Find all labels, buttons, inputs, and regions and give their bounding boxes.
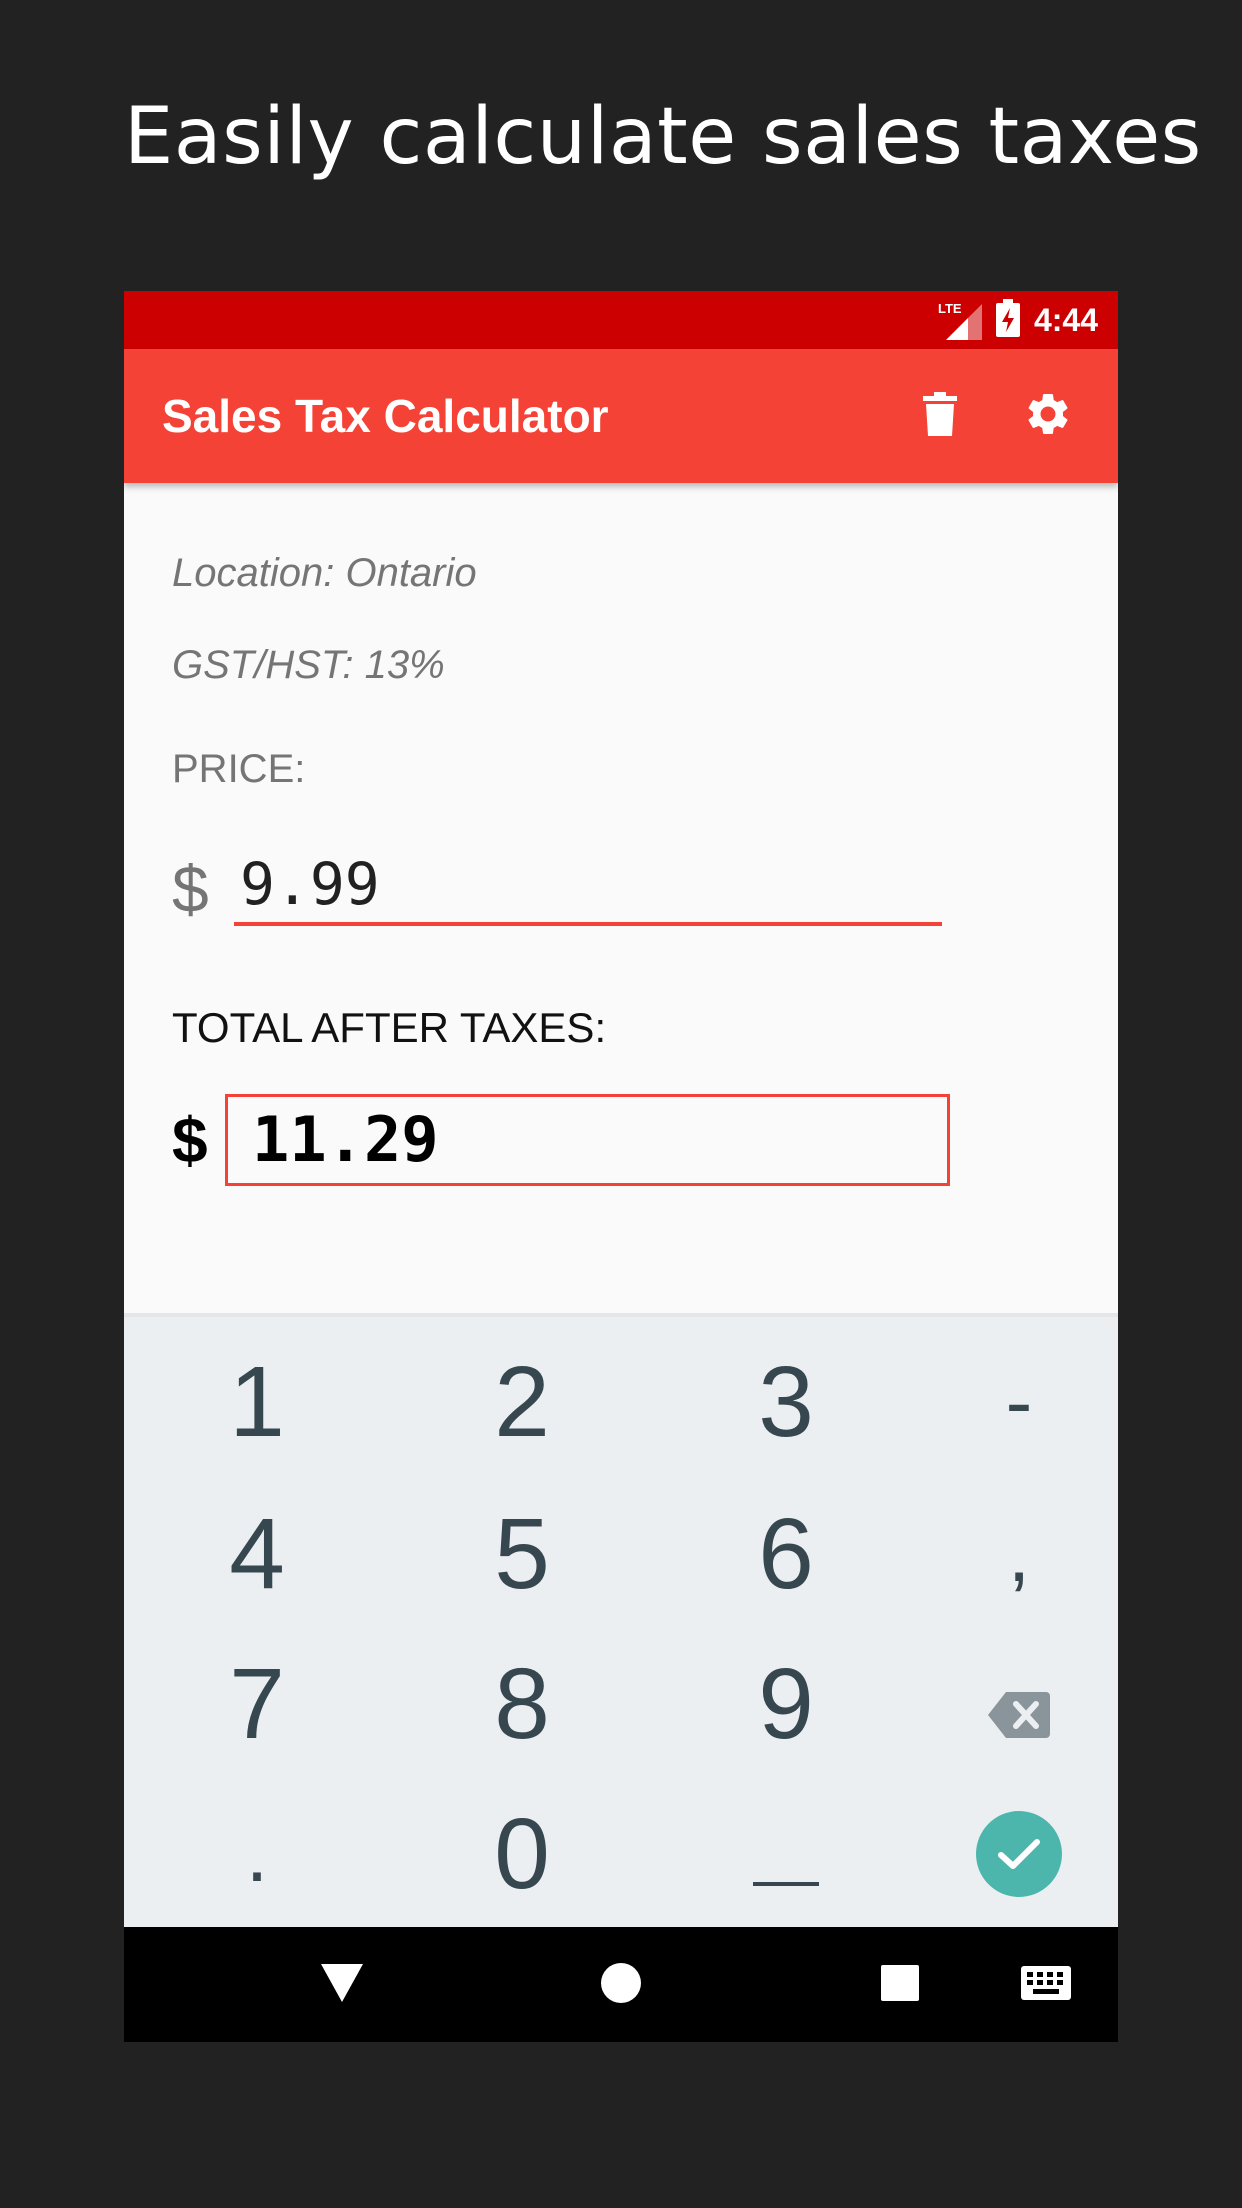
status-time: 4:44	[1033, 301, 1098, 338]
key-0[interactable]: 0	[412, 1779, 632, 1929]
price-input[interactable]	[234, 846, 942, 926]
key-2[interactable]: 2	[412, 1327, 632, 1477]
status-bar: LTE 4:44	[124, 291, 1118, 349]
tax-rate-label: GST/HST: 13%	[172, 643, 445, 687]
location-label: Location: Ontario	[172, 551, 477, 595]
nav-home-button[interactable]	[583, 1947, 659, 2023]
key-8[interactable]: 8	[412, 1629, 632, 1779]
key-3[interactable]: 3	[676, 1327, 896, 1477]
battery-charging-icon	[995, 298, 1020, 342]
key-underscore[interactable]	[676, 1779, 896, 1929]
check-icon	[976, 1811, 1062, 1897]
key-7[interactable]: 7	[147, 1629, 367, 1779]
promo-headline: Easily calculate sales taxes	[124, 92, 1202, 182]
keyboard-icon	[1021, 1965, 1071, 2005]
key-5[interactable]: 5	[412, 1479, 632, 1629]
numeric-keyboard: 1 2 3 - 4 5 6 , 7 8 9 . 0	[124, 1313, 1118, 1927]
nav-back-icon	[321, 1963, 363, 2007]
delete-icon	[923, 391, 957, 441]
price-currency-symbol: $	[172, 852, 209, 926]
price-label: PRICE:	[172, 747, 306, 791]
navigation-bar	[124, 1927, 1118, 2042]
total-label: TOTAL AFTER TAXES:	[172, 1004, 607, 1051]
underscore-glyph	[753, 1882, 819, 1886]
network-type-label: LTE	[938, 301, 962, 316]
key-1[interactable]: 1	[147, 1327, 367, 1477]
nav-recents-icon	[881, 1964, 919, 2006]
settings-button[interactable]	[1014, 382, 1082, 450]
key-9[interactable]: 9	[676, 1629, 896, 1779]
app-bar: Sales Tax Calculator	[124, 349, 1118, 483]
total-currency-symbol: $	[172, 1104, 208, 1176]
key-4[interactable]: 4	[147, 1479, 367, 1629]
keyboard-switch-button[interactable]	[1008, 1947, 1084, 2023]
backspace-key[interactable]	[909, 1629, 1118, 1779]
total-value: 11.29	[225, 1094, 950, 1186]
backspace-icon	[988, 1647, 1050, 1762]
nav-back-button[interactable]	[304, 1947, 380, 2023]
settings-icon	[1023, 389, 1073, 444]
key-decimal[interactable]: .	[147, 1779, 367, 1929]
phone-screen: LTE 4:44 Sales Tax Calculator Location: …	[124, 291, 1118, 2042]
lte-signal-icon: LTE	[938, 300, 982, 340]
key-6[interactable]: 6	[676, 1479, 896, 1629]
delete-button[interactable]	[906, 382, 974, 450]
confirm-key[interactable]	[909, 1779, 1118, 1929]
key-minus[interactable]: -	[909, 1327, 1118, 1477]
nav-recents-button[interactable]	[862, 1947, 938, 2023]
key-comma[interactable]: ,	[909, 1479, 1118, 1629]
app-title: Sales Tax Calculator	[162, 390, 609, 442]
nav-home-icon	[601, 1962, 641, 2008]
